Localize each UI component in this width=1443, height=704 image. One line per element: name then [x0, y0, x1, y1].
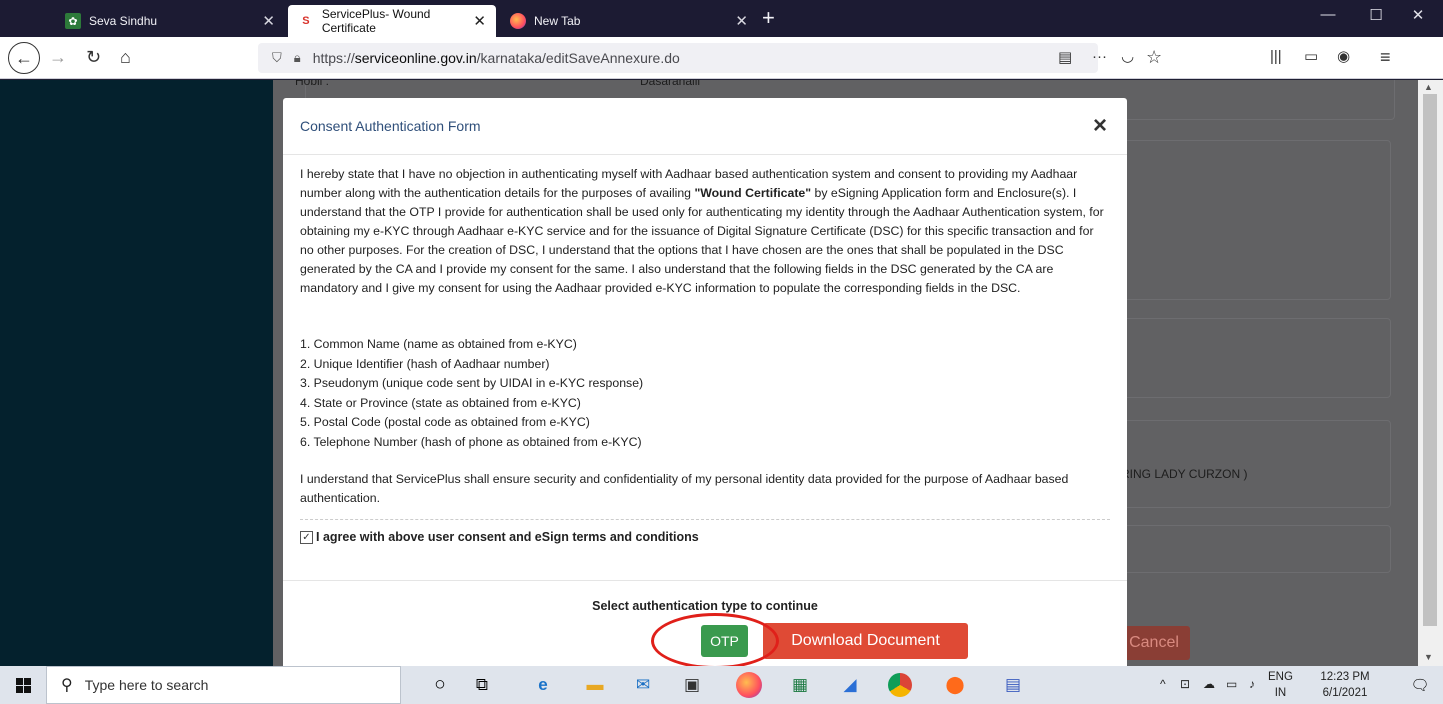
security-paragraph: I understand that ServicePlus shall ensu…: [300, 472, 1069, 505]
cancel-button[interactable]: Cancel: [1118, 626, 1190, 660]
agree-checkbox[interactable]: ✓: [300, 531, 313, 544]
excel-icon[interactable]: ▦: [785, 670, 815, 700]
tab-seva-sindhu[interactable]: ✿ Seva Sindhu ✕: [55, 5, 285, 37]
region-code: IN: [1274, 687, 1287, 699]
list-item: 6. Telephone Number (hash of phone as ob…: [300, 434, 642, 449]
otp-highlight-ring: [651, 613, 779, 666]
edge-browser-icon[interactable]: e: [528, 670, 558, 700]
menu-hamburger-icon[interactable]: ≡: [1380, 46, 1391, 68]
clock-date: 6/1/2021: [1322, 687, 1368, 699]
search-placeholder: Type here to search: [84, 677, 209, 693]
firefox-icon[interactable]: [736, 672, 762, 698]
list-item: 5. Postal Code (postal code as obtained …: [300, 415, 590, 429]
serviceplus-favicon-icon: S: [302, 15, 310, 27]
reload-icon[interactable]: ↻: [86, 46, 101, 68]
minimize-window-icon[interactable]: —: [1308, 6, 1348, 23]
maximize-window-icon[interactable]: ☐: [1356, 6, 1396, 24]
scroll-up-icon[interactable]: ▲: [1424, 82, 1433, 92]
close-window-icon[interactable]: ✕: [1398, 6, 1438, 24]
chrome-icon[interactable]: [888, 673, 912, 697]
windows-taskbar: ⚲ Type here to search ○ ⧉ e ▬ ✉ ▣ ▦ ◢ ⬤ …: [0, 666, 1443, 704]
taskbar-clock[interactable]: 12:23 PM 6/1/2021: [1310, 669, 1380, 701]
mail-icon[interactable]: ✉: [628, 670, 658, 700]
modal-body: I hereby state that I have no objection …: [283, 155, 1127, 547]
close-tab-icon[interactable]: ✕: [473, 12, 486, 30]
tab-serviceplus[interactable]: S ServicePlus- Wound Certificate ✕: [288, 5, 496, 37]
dsc-fields-list: 1. Common Name (name as obtained from e-…: [300, 335, 1110, 452]
language-indicator[interactable]: ENG IN: [1268, 669, 1293, 701]
consent-authentication-modal: Consent Authentication Form × I hereby s…: [283, 98, 1127, 666]
list-item: 1. Common Name (name as obtained from e-…: [300, 337, 577, 351]
browser-tab-strip: ✿ Seva Sindhu ✕ S ServicePlus- Wound Cer…: [0, 0, 1443, 37]
cortana-icon[interactable]: ○: [425, 670, 455, 700]
seva-sindhu-favicon-icon: ✿: [65, 13, 81, 29]
clock-time: 12:23 PM: [1320, 671, 1370, 683]
address-bar[interactable]: ⛉ 🔒︎ https://serviceonline.gov.in/karnat…: [258, 43, 1098, 73]
modal-title: Consent Authentication Form: [300, 118, 481, 134]
browser-nav-bar: ← → ↻ ⌂ ⛉ 🔒︎ https://serviceonline.gov.i…: [0, 37, 1443, 79]
windows-start-icon[interactable]: [0, 666, 46, 704]
back-arrow-icon[interactable]: ←: [8, 42, 40, 74]
network-icon[interactable]: ⊡: [1180, 677, 1190, 691]
page-scrollbar[interactable]: ▲ ▼: [1418, 80, 1443, 666]
modal-header: Consent Authentication Form ×: [283, 98, 1127, 155]
tracking-shield-icon[interactable]: ⛉: [272, 50, 282, 66]
file-explorer-icon[interactable]: ▬: [580, 670, 610, 700]
lock-icon[interactable]: 🔒︎: [294, 50, 301, 66]
photos-icon[interactable]: ◢: [835, 670, 865, 700]
url-text: https://serviceonline.gov.in/karnataka/e…: [312, 50, 680, 66]
close-tab-icon[interactable]: ✕: [735, 12, 748, 30]
search-icon: ⚲: [61, 677, 73, 694]
list-item: 2. Unique Identifier (hash of Aadhaar nu…: [300, 356, 550, 371]
list-item: 3. Pseudonym (unique code sent by UIDAI …: [300, 376, 644, 390]
notifications-icon[interactable]: 🗨︎: [1405, 670, 1435, 700]
firefox-favicon-icon: [510, 13, 526, 29]
account-icon[interactable]: ◉: [1337, 46, 1350, 68]
new-tab-plus-icon[interactable]: +: [762, 7, 775, 29]
page-actions-icon[interactable]: ···: [1092, 46, 1107, 68]
agree-checkbox-row[interactable]: ✓ I agree with above user consent and eS…: [300, 519, 1110, 547]
home-icon[interactable]: ⌂: [120, 46, 131, 68]
tab-title: ServicePlus- Wound Certificate: [321, 7, 431, 35]
forward-arrow-icon[interactable]: →: [49, 46, 67, 68]
scroll-down-icon[interactable]: ▼: [1424, 652, 1433, 662]
sidebar-toggle-icon[interactable]: ▭: [1304, 46, 1318, 68]
download-document-button[interactable]: Download Document: [763, 623, 968, 659]
hobli-label: Hobli :: [295, 80, 330, 88]
hospital-name-fragment: RING LADY CURZON ): [1121, 467, 1248, 481]
hobli-value: Dasarahalli: [640, 80, 701, 88]
agree-label: I agree with above user consent and eSig…: [316, 530, 699, 544]
tab-title: Seva Sindhu: [89, 14, 158, 28]
close-icon[interactable]: ×: [1093, 112, 1107, 140]
brave-icon[interactable]: ⬤: [940, 670, 970, 700]
notes-app-icon[interactable]: ▤: [998, 670, 1028, 700]
tab-new-tab[interactable]: New Tab ✕: [500, 5, 758, 37]
onedrive-icon[interactable]: ☁: [1203, 677, 1215, 691]
show-hidden-icons-icon[interactable]: ^: [1160, 677, 1166, 691]
scrollbar-thumb[interactable]: [1423, 94, 1437, 626]
volume-icon[interactable]: ♪: [1249, 677, 1255, 691]
page-left-panel: [0, 80, 273, 666]
bookmark-star-icon[interactable]: ☆: [1146, 46, 1162, 68]
reader-view-icon[interactable]: ▤: [1058, 47, 1072, 69]
consent-paragraph: I hereby state that I have no objection …: [300, 167, 1104, 295]
modal-footer: Select authentication type to continue O…: [283, 580, 1127, 666]
battery-icon[interactable]: ▭: [1226, 677, 1237, 691]
tab-title: New Tab: [534, 14, 581, 28]
library-icon[interactable]: |||: [1270, 46, 1282, 68]
language-code: ENG: [1268, 671, 1293, 683]
store-icon[interactable]: ▣: [677, 670, 707, 700]
list-item: 4. State or Province (state as obtained …: [300, 395, 581, 410]
select-auth-label: Select authentication type to continue: [592, 599, 818, 613]
taskbar-search-input[interactable]: ⚲ Type here to search: [46, 666, 401, 704]
close-tab-icon[interactable]: ✕: [262, 12, 275, 30]
pocket-icon[interactable]: ◡: [1121, 46, 1134, 68]
task-view-icon[interactable]: ⧉: [467, 670, 497, 700]
